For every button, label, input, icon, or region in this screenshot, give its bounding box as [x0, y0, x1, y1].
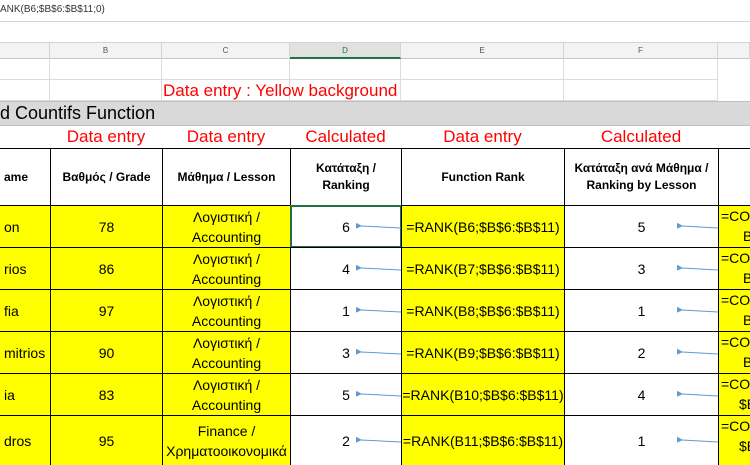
grid-cell[interactable] [50, 59, 162, 80]
lesson-cell[interactable]: Λογιστική / Accounting [162, 289, 291, 332]
countifs-cell[interactable]: =COU $B [718, 415, 750, 465]
formula-cell[interactable]: =RANK(B7;$B$6:$B$11) [401, 247, 565, 290]
header-ranking-by-lesson[interactable]: Κατάταξη ανά Μάθημα / Ranking by Lesson [564, 148, 719, 206]
rank-by-lesson-cell[interactable]: 4 [564, 373, 719, 416]
countifs-cell[interactable]: =COU $B [718, 373, 750, 416]
category-label-rank-by-lesson: Calculated [600, 127, 682, 146]
column-header-f[interactable]: F [564, 43, 718, 59]
countifs-formula-cont: B [721, 226, 750, 246]
formula-cell[interactable]: =RANK(B9;$B$6:$B$11) [401, 331, 565, 374]
ranking-cell[interactable]: 1 [290, 289, 402, 332]
countifs-formula-cont: $B [739, 438, 750, 454]
name-cell[interactable]: fia [0, 289, 51, 332]
name-cell[interactable]: mitrios [0, 331, 51, 374]
formula-cell[interactable]: =RANK(B10;$B$6:$B$11) [401, 373, 565, 416]
category-label-grade: Data entry [66, 127, 146, 146]
rank-by-lesson-cell[interactable]: 2 [564, 331, 719, 374]
countifs-cell[interactable]: =COU B [718, 205, 750, 248]
category-label-lesson: Data entry [186, 127, 266, 146]
column-header-c[interactable]: C [162, 43, 290, 59]
name-cell[interactable]: rios [0, 247, 51, 290]
grade-cell[interactable]: 78 [50, 205, 163, 248]
countifs-cell[interactable]: =COU B [718, 331, 750, 374]
grid-cell[interactable] [0, 80, 50, 101]
countifs-formula: =COU [721, 376, 750, 392]
grade-cell[interactable]: 97 [50, 289, 163, 332]
countifs-formula: =COU [721, 418, 750, 434]
lesson-cell[interactable]: Finance / Χρηματοοικονομικά [162, 415, 291, 465]
formula-bar[interactable] [0, 0, 750, 22]
yellow-background-note: Data entry : Yellow background [163, 81, 398, 100]
ranking-cell[interactable]: 5 [290, 373, 402, 416]
rank-by-lesson-cell[interactable]: 5 [564, 205, 719, 248]
grade-cell[interactable]: 90 [50, 331, 163, 374]
countifs-formula-cont: B [721, 310, 750, 330]
header-countifs[interactable] [718, 148, 750, 206]
ranking-cell[interactable]: 6 [290, 205, 402, 248]
countifs-cell[interactable]: =COU B [718, 247, 750, 290]
lesson-cell[interactable]: Λογιστική / Accounting [162, 373, 291, 416]
header-function-rank[interactable]: Function Rank [401, 148, 565, 206]
grid-cell[interactable] [290, 59, 401, 80]
category-label-ranking: Calculated [305, 127, 386, 146]
countifs-formula: =COU [721, 208, 750, 224]
category-label-function: Data entry [443, 127, 522, 146]
column-header-d[interactable]: D [290, 43, 401, 59]
rank-by-lesson-cell[interactable]: 1 [564, 289, 719, 332]
countifs-formula: =COU [721, 250, 750, 266]
sheet-title: d Countifs Function [0, 103, 156, 123]
column-headers: B C D E F [0, 43, 750, 59]
grade-cell[interactable]: 86 [50, 247, 163, 290]
grid-cell[interactable] [564, 80, 718, 101]
grade-cell[interactable]: 95 [50, 415, 163, 465]
grid-cell[interactable] [0, 59, 50, 80]
column-header-e[interactable]: E [401, 43, 564, 59]
header-name[interactable]: ame [0, 148, 51, 206]
countifs-cell[interactable]: =COU B [718, 289, 750, 332]
header-lesson[interactable]: Μάθημα / Lesson [162, 148, 291, 206]
ribbon-gap [0, 22, 750, 43]
formula-cell[interactable]: =RANK(B6;$B$6:$B$11) [401, 205, 565, 248]
countifs-formula: =COU [721, 334, 750, 350]
lesson-cell[interactable]: Λογιστική / Accounting [162, 331, 291, 374]
formula-cell[interactable]: =RANK(B11;$B$6:$B$11) [401, 415, 565, 465]
rank-by-lesson-cell[interactable]: 1 [564, 415, 719, 465]
column-header-a[interactable] [0, 43, 50, 59]
formula-text[interactable]: ANK(B6;$B$6:$B$11;0) [0, 4, 105, 15]
countifs-formula-cont: B [721, 268, 750, 288]
formula-cell[interactable]: =RANK(B8;$B$6:$B$11) [401, 289, 565, 332]
name-cell[interactable]: on [0, 205, 51, 248]
column-header-g[interactable] [718, 43, 750, 59]
ranking-cell[interactable]: 3 [290, 331, 402, 374]
ranking-cell[interactable]: 2 [290, 415, 402, 465]
header-grade[interactable]: Βαθμός / Grade [50, 148, 163, 206]
countifs-formula: =COU [721, 292, 750, 308]
grid-cell[interactable] [162, 59, 290, 80]
countifs-formula-cont: $B [739, 396, 750, 412]
name-cell[interactable]: ia [0, 373, 51, 416]
grid-cell[interactable] [401, 59, 564, 80]
rank-by-lesson-cell[interactable]: 3 [564, 247, 719, 290]
name-cell[interactable]: dros [0, 415, 51, 465]
ranking-cell[interactable]: 4 [290, 247, 402, 290]
countifs-formula-cont: B [721, 352, 750, 372]
grid-cell[interactable] [50, 80, 162, 101]
lesson-cell[interactable]: Λογιστική / Accounting [162, 205, 291, 248]
grid-cell[interactable] [401, 80, 564, 101]
grid-cell[interactable] [564, 59, 718, 80]
grade-cell[interactable]: 83 [50, 373, 163, 416]
header-ranking[interactable]: Κατάταξη / Ranking [290, 148, 402, 206]
column-header-b[interactable]: B [50, 43, 162, 59]
lesson-cell[interactable]: Λογιστική / Accounting [162, 247, 291, 290]
